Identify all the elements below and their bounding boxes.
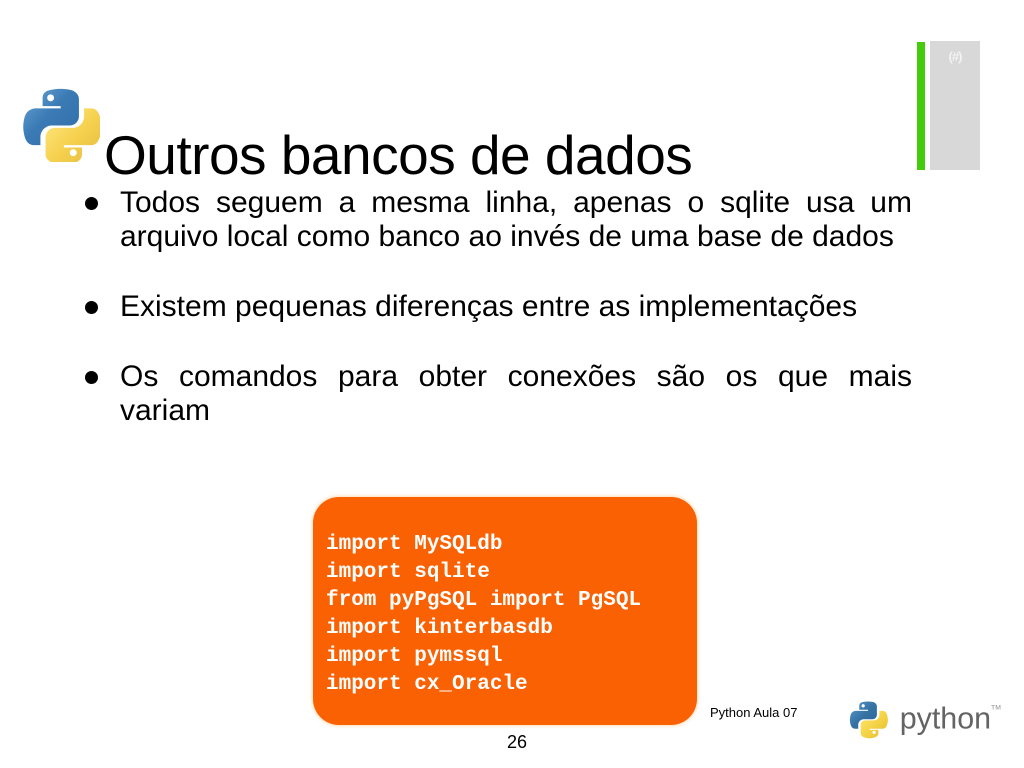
trademark-symbol: TM <box>991 705 1001 712</box>
code-snippet-text: import MySQLdb import sqlite from pyPgSQ… <box>326 533 642 696</box>
footer-course-label: Python Aula 07 <box>710 705 798 720</box>
list-item: Existem pequenas diferenças entre as imp… <box>80 290 912 324</box>
python-wordmark-text: python <box>900 702 991 736</box>
bullet-dot-icon <box>85 371 98 384</box>
list-item: Os comandos para obter conexões são os q… <box>80 360 912 428</box>
bullet-dot-icon <box>85 301 98 314</box>
gray-decoration-box: (#) <box>930 41 980 170</box>
page-title: Outros bancos de dados <box>104 123 693 186</box>
green-accent-bar <box>917 42 925 170</box>
slide-number-placeholder-icon: (#) <box>948 49 963 64</box>
slide-canvas: (#) Outros bancos de dados Todos seguem … <box>0 0 1024 768</box>
code-snippet-box: import MySQLdb import sqlite from pyPgSQ… <box>313 497 697 725</box>
list-item-text: Todos seguem a mesma linha, apenas o sql… <box>120 186 912 253</box>
python-logo-icon <box>22 84 102 165</box>
list-item-text: Existem pequenas diferenças entre as imp… <box>120 290 858 323</box>
page-number: 26 <box>0 732 1024 753</box>
list-item: Todos seguem a mesma linha, apenas o sql… <box>80 186 912 254</box>
page-number-text: 26 <box>506 732 528 752</box>
bullet-dot-icon <box>85 197 98 210</box>
bullet-list: Todos seguem a mesma linha, apenas o sql… <box>80 186 912 458</box>
list-item-text: Os comandos para obter conexões são os q… <box>120 360 912 427</box>
